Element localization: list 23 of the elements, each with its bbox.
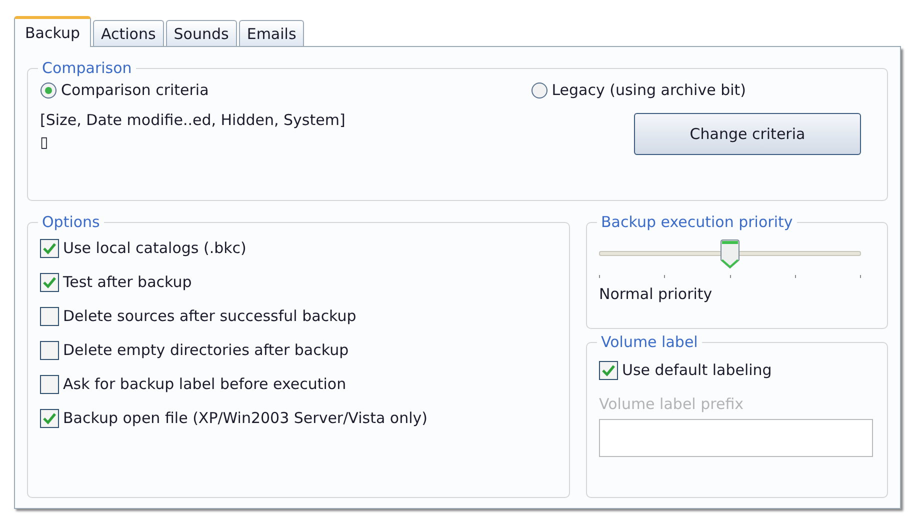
tab[interactable]: Sounds	[166, 20, 237, 46]
checkbox-option[interactable]: Ask for backup label before execution	[40, 367, 346, 401]
group-title: Volume label	[600, 333, 699, 351]
checkbox-option[interactable]: Use local catalogs (.bkc)	[40, 231, 246, 265]
slider-thumb[interactable]	[720, 239, 740, 269]
tab[interactable]: Backup	[14, 16, 91, 47]
criteria-text: ▯	[40, 132, 50, 153]
radio-option[interactable]: Legacy (using archive bit)	[530, 81, 746, 99]
change-criteria-button[interactable]: Change criteria	[634, 113, 861, 155]
checkbox-option[interactable]: Delete sources after successful backup	[40, 299, 356, 333]
checkbox-option[interactable]: Backup open file (XP/Win2003 Server/Vista only)	[40, 401, 428, 435]
checkbox-option[interactable]: Test after backup	[40, 265, 192, 299]
tab[interactable]: Emails	[238, 20, 304, 46]
radio-option[interactable]: Comparison criteria	[40, 81, 209, 99]
checkbox-option[interactable]: Use default labeling	[599, 353, 772, 387]
priority-reading: Normal priority	[599, 285, 714, 303]
criteria-text: [Size, Date modifie..ed, Hidden, System]	[40, 110, 346, 131]
prefix-label: Volume label prefix	[599, 395, 745, 413]
group-title: Comparison	[41, 59, 133, 77]
checkbox-option[interactable]: Delete empty directories after backup	[40, 333, 349, 367]
group-title: Options	[41, 213, 101, 231]
tab[interactable]: Actions	[92, 20, 164, 46]
group-title: Backup execution priority	[600, 213, 794, 231]
